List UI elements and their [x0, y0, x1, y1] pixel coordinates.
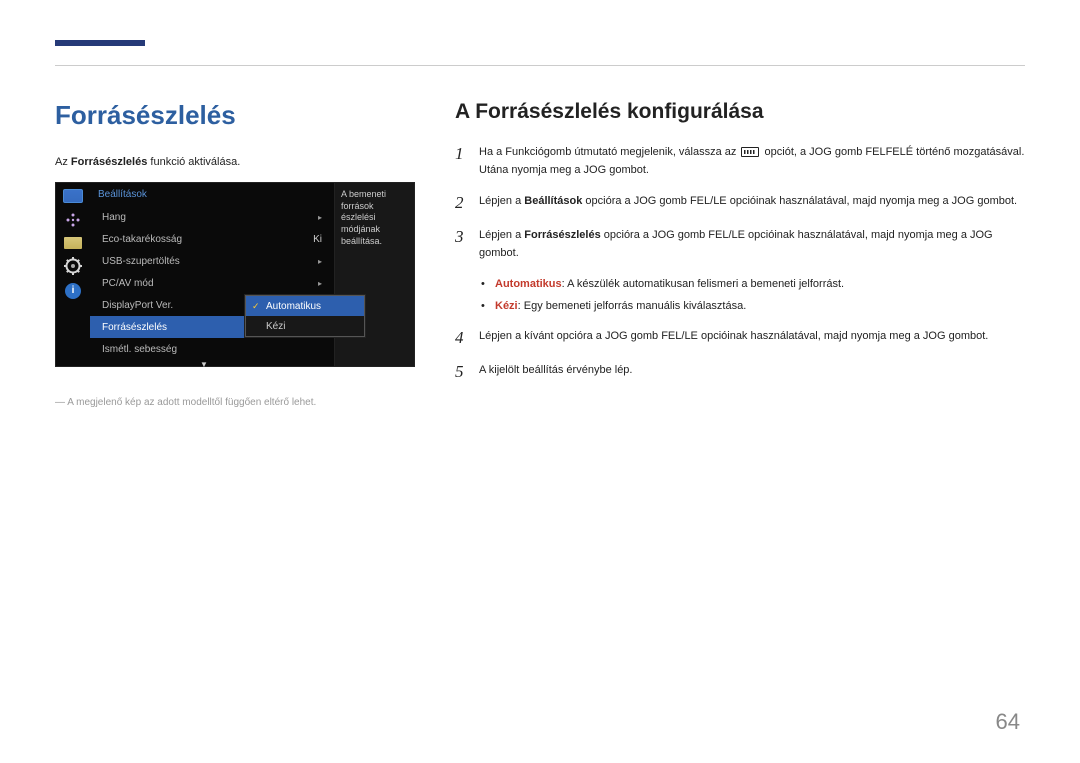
- osd-item-pcav[interactable]: PC/AV mód ▸: [90, 272, 334, 294]
- bullet-manual: • Kézi: Egy bemeneti jelforrás manuális …: [481, 298, 1025, 316]
- display-icon[interactable]: [64, 237, 82, 249]
- osd-main: Beállítások Hang ▸ Eco-takarékosság Ki U…: [90, 183, 334, 366]
- chevron-right-icon: ▸: [318, 257, 322, 266]
- bullet-dot: •: [481, 298, 495, 316]
- popup-item-manual[interactable]: Kézi: [246, 316, 364, 336]
- right-column: A Forrásészlelés konfigurálása 1 Ha a Fu…: [425, 100, 1025, 408]
- step-body: Ha a Funkciógomb útmutató megjelenik, vá…: [479, 144, 1025, 179]
- popup-item-auto[interactable]: Automatikus: [246, 296, 364, 316]
- chevron-down-icon[interactable]: ▼: [90, 360, 334, 376]
- osd-panel: i Beállítások Hang ▸ Eco-takarékosság Ki: [55, 182, 415, 367]
- step-2: 2 Lépjen a Beállítások opcióra a JOG gom…: [455, 193, 1025, 213]
- osd-description: A bemeneti források észlelési módjának b…: [334, 183, 414, 366]
- osd-item-usb[interactable]: USB-szupertöltés ▸: [90, 250, 334, 272]
- step-3: 3 Lépjen a Forrásészlelés opcióra a JOG …: [455, 227, 1025, 262]
- bullet-dot: •: [481, 276, 495, 294]
- osd-item-eco[interactable]: Eco-takarékosság Ki: [90, 228, 334, 250]
- step-body: A kijelölt beállítás érvénybe lép.: [479, 362, 1025, 382]
- chevron-right-icon: ▸: [318, 279, 322, 288]
- step-number: 3: [455, 227, 479, 262]
- step-number: 1: [455, 144, 479, 179]
- monitor-icon[interactable]: [63, 189, 83, 203]
- menu-icon: [741, 147, 759, 157]
- left-column: Forrásészlelés Az Forrásészlelés funkció…: [55, 100, 425, 408]
- osd-title: Beállítások: [90, 183, 334, 206]
- intro-post: funkció aktiválása.: [147, 156, 240, 168]
- page-number: 64: [996, 709, 1020, 735]
- osd-popup: Automatikus Kézi: [245, 295, 365, 337]
- gear-icon[interactable]: [62, 255, 84, 277]
- osd-item-repeat[interactable]: Ismétl. sebesség: [90, 338, 334, 360]
- osd-menu-list: Hang ▸ Eco-takarékosság Ki USB-szupertöl…: [90, 206, 334, 376]
- bullet-list: • Automatikus: A készülék automatikusan …: [481, 276, 1025, 315]
- step-number: 4: [455, 328, 479, 348]
- intro-bold: Forrásészlelés: [71, 156, 147, 168]
- step-4: 4 Lépjen a kívánt opcióra a JOG gomb FEL…: [455, 328, 1025, 348]
- bullet-auto: • Automatikus: A készülék automatikusan …: [481, 276, 1025, 294]
- step-number: 5: [455, 362, 479, 382]
- intro-text: Az Forrásészlelés funkció aktiválása.: [55, 156, 425, 168]
- osd-sidebar: i: [56, 183, 90, 366]
- step-body: Lépjen a Beállítások opcióra a JOG gomb …: [479, 193, 1025, 213]
- section-title: Forrásészlelés: [55, 100, 425, 131]
- tune-icon[interactable]: [62, 209, 84, 231]
- step-body: Lépjen a kívánt opcióra a JOG gomb FEL/L…: [479, 328, 1025, 348]
- step-1: 1 Ha a Funkciógomb útmutató megjelenik, …: [455, 144, 1025, 179]
- step-number: 2: [455, 193, 479, 213]
- info-icon[interactable]: i: [65, 283, 81, 299]
- footnote: ― A megjelenő kép az adott modelltől füg…: [55, 397, 425, 408]
- steps-list: 1 Ha a Funkciógomb útmutató megjelenik, …: [455, 144, 1025, 382]
- subsection-title: A Forrásészlelés konfigurálása: [455, 100, 1025, 124]
- chevron-right-icon: ▸: [318, 213, 322, 222]
- osd-item-hang[interactable]: Hang ▸: [90, 206, 334, 228]
- step-body: Lépjen a Forrásészlelés opcióra a JOG go…: [479, 227, 1025, 262]
- header-rule-thick: [55, 40, 145, 46]
- intro-pre: Az: [55, 156, 71, 168]
- step-5: 5 A kijelölt beállítás érvénybe lép.: [455, 362, 1025, 382]
- header-rule-line: [55, 65, 1025, 66]
